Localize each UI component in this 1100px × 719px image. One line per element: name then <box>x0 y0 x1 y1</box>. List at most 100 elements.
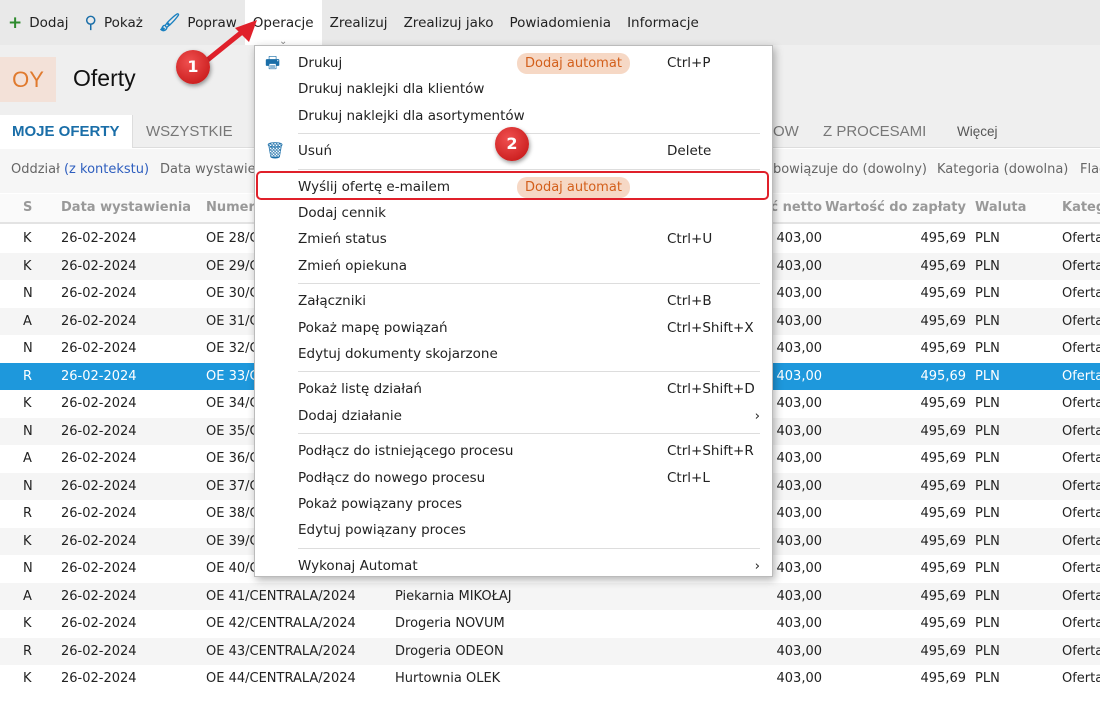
cell-status: N <box>23 478 33 494</box>
menu-item[interactable]: Podłącz do istniejącego procesu Ctrl+Shif… <box>255 438 772 464</box>
menu-item[interactable]: Pokaż listę działań Ctrl+Shift+D <box>255 376 772 402</box>
cell-status: A <box>23 451 32 466</box>
cell-status: N <box>23 423 33 439</box>
cell-gross: 495,69 <box>920 231 967 246</box>
cell-date: 26-02-2024 <box>61 396 137 411</box>
cell-currency: PLN <box>975 286 1000 301</box>
cell-category: Oferta <box>1062 423 1100 439</box>
menu-item[interactable]: Zmień status Ctrl+U <box>255 226 772 252</box>
tab-with-processes[interactable]: Z PROCESAMI <box>823 115 926 148</box>
menu-item[interactable]: Podłącz do nowego procesu Ctrl+L <box>255 465 772 491</box>
cell-status: R <box>23 368 33 384</box>
cell-gross: 495,69 <box>920 533 967 549</box>
col-category[interactable]: Kategoria <box>1062 194 1100 222</box>
col-currency[interactable]: Waluta <box>975 194 1026 222</box>
add-automat-badge[interactable]: Dodaj automat <box>517 53 630 74</box>
menu-item-label: Pokaż mapę powiązań <box>298 319 448 336</box>
cell-currency: PLN <box>975 643 1000 659</box>
cell-currency: PLN <box>975 368 1000 384</box>
information-button[interactable]: Informacje <box>619 0 707 45</box>
filter-flags[interactable]: Flagi <box>1080 149 1100 191</box>
filter-category[interactable]: Kategoria (dowolna) <box>937 149 1068 191</box>
cell-category: Oferta <box>1062 286 1100 301</box>
add-label: Dodaj <box>29 14 69 31</box>
menu-item[interactable]: Drukuj naklejki dla asortymentów <box>255 103 772 129</box>
menu-item[interactable]: Drukuj naklejki dla klientów <box>255 76 772 102</box>
menu-item[interactable]: Zmień opiekuna <box>255 253 772 279</box>
cell-status: K <box>23 231 32 246</box>
menu-item-shortcut: Ctrl+P <box>667 55 711 71</box>
cell-date: 26-02-2024 <box>61 533 137 549</box>
menu-item[interactable]: Dodaj cennik <box>255 200 772 226</box>
cell-category: Oferta <box>1062 258 1100 274</box>
cell-net: 403,00 <box>776 643 823 659</box>
tab-more[interactable]: Więcej <box>957 115 998 148</box>
menu-item-label: Podłącz do nowego procesu <box>298 469 486 486</box>
filter-branch-label: Oddział <box>11 162 60 177</box>
menu-item-label: Pokaż powiązany proces <box>298 496 463 512</box>
filter-branch[interactable]: Oddział (z kontekstu) <box>11 149 149 191</box>
cell-status: N <box>23 561 33 576</box>
cell-currency: PLN <box>975 258 1000 274</box>
cell-currency: PLN <box>975 616 1000 631</box>
col-number[interactable]: Numer <box>206 194 255 222</box>
show-button[interactable]: ⚲ Pokaż <box>77 0 151 45</box>
cell-date: 26-02-2024 <box>61 286 137 301</box>
cell-date: 26-02-2024 <box>61 588 137 604</box>
cell-net: 403,00 <box>776 616 823 631</box>
brush-icon: 🖌 <box>158 12 181 33</box>
menu-item[interactable]: Edytuj dokumenty skojarzone <box>255 341 772 367</box>
tab-ow[interactable]: OW <box>773 115 799 148</box>
menu-item[interactable]: Pokaż powiązany proces <box>255 491 772 517</box>
menu-item[interactable]: 🖶 Drukuj Dodaj automat Ctrl+P <box>255 50 772 76</box>
cell-date: 26-02-2024 <box>61 478 137 494</box>
filter-valid-until[interactable]: obowiązuje do (dowolny) <box>765 149 927 191</box>
table-row[interactable]: K 26-02-2024 OE 44/CENTRALA/2024 Hurtownia … <box>0 665 1100 693</box>
realize-button[interactable]: Zrealizuj <box>322 0 396 45</box>
cell-date: 26-02-2024 <box>61 258 137 274</box>
menu-item-shortcut: Ctrl+Shift+D <box>667 381 755 398</box>
cell-number: OE 43/CENTRALA/2024 <box>206 643 356 659</box>
menu-item-label: Edytuj dokumenty skojarzone <box>298 346 498 362</box>
menu-item-label: Dodaj działanie <box>298 407 402 424</box>
menu-item[interactable]: Dodaj działanie › <box>255 403 772 429</box>
col-status[interactable]: S <box>23 194 32 222</box>
realize-as-button[interactable]: Zrealizuj jako <box>396 0 502 45</box>
cell-category: Oferta <box>1062 561 1100 576</box>
add-button[interactable]: + Dodaj <box>0 0 77 45</box>
menu-item-label: Drukuj naklejki dla asortymentów <box>298 107 525 124</box>
cell-currency: PLN <box>975 451 1000 466</box>
menu-item[interactable]: Pokaż mapę powiązań Ctrl+Shift+X <box>255 315 772 341</box>
cell-status: K <box>23 616 32 631</box>
cell-category: Oferta <box>1062 533 1100 549</box>
table-row[interactable]: R 26-02-2024 OE 43/CENTRALA/2024 Drogeria O… <box>0 637 1100 665</box>
col-date[interactable]: Data wystawienia <box>61 194 191 222</box>
cell-status: R <box>23 643 33 659</box>
cell-gross: 495,69 <box>920 396 967 411</box>
cell-gross: 495,69 <box>920 341 967 356</box>
cell-status: K <box>23 671 32 686</box>
table-row[interactable]: K 26-02-2024 OE 42/CENTRALA/2024 Drogeria N… <box>0 610 1100 638</box>
menu-item[interactable]: Załączniki Ctrl+B <box>255 288 772 314</box>
cell-category: Oferta <box>1062 616 1100 631</box>
menu-item-shortcut: Delete <box>667 143 712 160</box>
menu-item[interactable]: Wykonaj Automat › <box>255 553 772 579</box>
col-gross[interactable]: Wartość do zapłaty <box>820 194 966 222</box>
cell-customer: Hurtownia OLEK <box>395 671 501 686</box>
trash-icon: 🗑 <box>265 141 286 161</box>
table-row[interactable]: A 26-02-2024 OE 41/CENTRALA/2024 Piekarnia … <box>0 582 1100 610</box>
cell-currency: PLN <box>975 423 1000 439</box>
cell-net: 403,00 <box>776 588 823 604</box>
tab-my-offers[interactable]: MOJE OFERTY <box>0 115 133 148</box>
menu-item[interactable]: Edytuj powiązany proces <box>255 517 772 543</box>
tab-all[interactable]: WSZYSTKIE <box>146 115 233 148</box>
notifications-button[interactable]: Powiadomienia <box>501 0 619 45</box>
cell-status: A <box>23 313 32 329</box>
menu-item-label: Dodaj cennik <box>298 205 386 221</box>
cell-gross: 495,69 <box>920 423 967 439</box>
menu-separator <box>298 371 760 373</box>
menu-item-shortcut: Ctrl+Shift+R <box>667 443 754 460</box>
menu-item-label: Drukuj naklejki dla klientów <box>298 81 485 98</box>
cell-currency: PLN <box>975 231 1000 246</box>
cell-currency: PLN <box>975 588 1000 604</box>
